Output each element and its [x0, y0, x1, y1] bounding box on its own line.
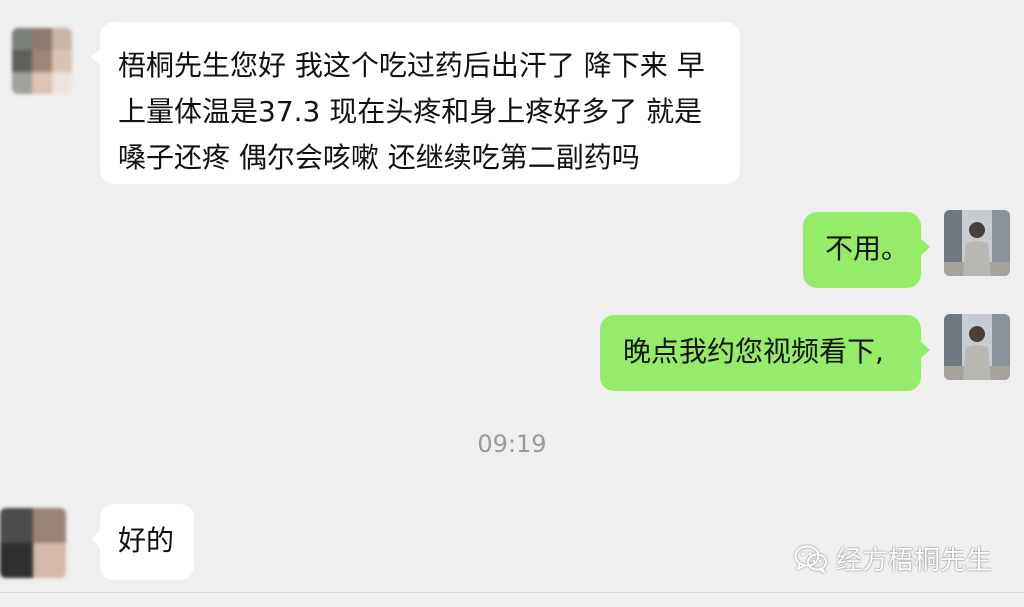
watermark: 经方梧桐先生 — [794, 540, 992, 577]
chat-window: 梧桐先生您好 我这个吃过药后出汗了 降下来 早上量体温是37.3 现在头疼和身上… — [0, 0, 1024, 607]
wechat-icon — [794, 545, 827, 573]
own-avatar[interactable] — [944, 314, 1010, 380]
watermark-text: 经方梧桐先生 — [835, 546, 992, 576]
person-photo-icon — [944, 314, 1010, 380]
person-photo-icon — [944, 210, 1010, 276]
message-bubble-incoming[interactable]: 梧桐先生您好 我这个吃过药后出汗了 降下来 早上量体温是37.3 现在头疼和身上… — [91, 22, 740, 184]
contact-avatar[interactable] — [0, 508, 66, 578]
message-timestamp: 09:19 — [477, 430, 547, 458]
message-text: 梧桐先生您好 我这个吃过药后出汗了 降下来 早上量体温是37.3 现在头疼和身上… — [118, 49, 705, 174]
divider — [0, 592, 1024, 593]
message-bubble-incoming[interactable]: 好的 — [91, 504, 194, 580]
message-text: 好的 — [118, 524, 175, 557]
message-bubble-outgoing[interactable]: 晚点我约您视频看下, — [600, 315, 930, 391]
message-text: 晚点我约您视频看下, — [623, 335, 884, 368]
message-text: 不用。 — [825, 232, 910, 265]
own-avatar[interactable] — [944, 210, 1010, 276]
contact-avatar[interactable] — [12, 28, 72, 94]
message-bubble-outgoing[interactable]: 不用。 — [803, 212, 930, 288]
